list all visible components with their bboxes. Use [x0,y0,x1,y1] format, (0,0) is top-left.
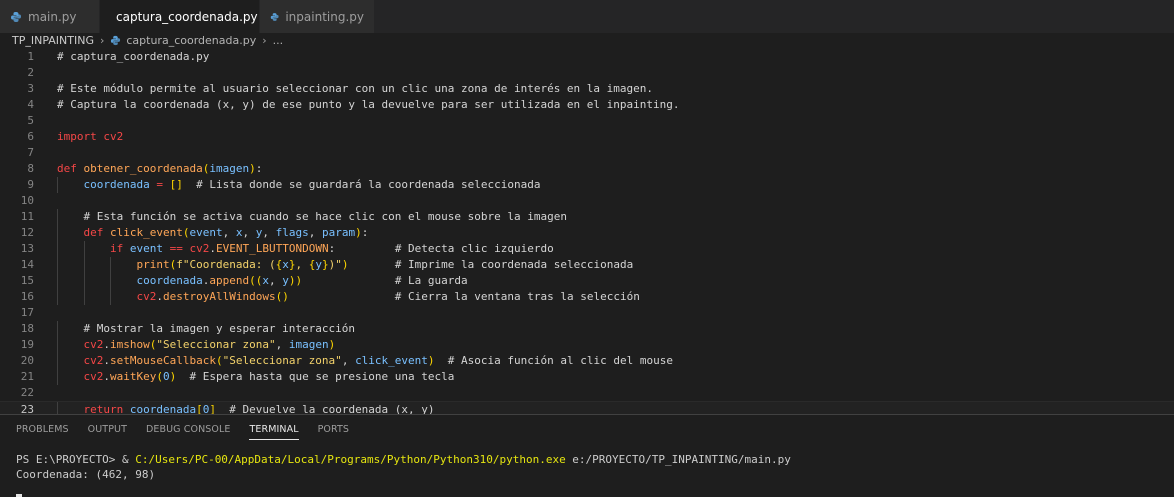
terminal-prompt: PS E:\PROYECTO> & [16,453,136,466]
python-icon [11,11,21,22]
code-line[interactable]: 14 print(f"Coordenada: ({x}, {y})") # Im… [0,257,1174,273]
code-line[interactable]: 6 import cv2 [0,129,1174,145]
tab-terminal[interactable]: TERMINAL [249,415,299,445]
tab-label: captura_coordenada.py [116,9,258,24]
code-text: coordenada = [] # Lista donde se guardar… [83,178,541,191]
line-number: 4 [27,98,34,111]
code-line[interactable]: 9 coordenada = [] # Lista donde se guard… [0,177,1174,193]
breadcrumb: TP_INPAINTING › captura_coordenada.py › … [0,33,1174,48]
code-text: def click_event(event, x, y, flags, para… [83,226,369,239]
code-line[interactable]: 8 def obtener_coordenada(imagen): [0,161,1174,177]
editor-tab-bar: main.py captura_coordenada.py ✕ inpainti… [0,0,1174,33]
code-line[interactable]: 13 if event == cv2.EVENT_LBUTTONDOWN: # … [0,241,1174,257]
code-text: # Captura la coordenada (x, y) de ese pu… [57,98,680,111]
tab-label: main.py [28,9,77,24]
tab-output[interactable]: OUTPUT [88,415,127,445]
terminal-output-line: Coordenada: (462, 98) [16,468,156,481]
chevron-right-icon: › [99,34,105,47]
code-text: cv2.imshow("Seleccionar zona", imagen) [83,338,336,351]
line-number: 9 [27,178,34,191]
code-text: # Mostrar la imagen y esperar interacció… [83,322,356,335]
code-editor[interactable]: 1 # captura_coordenada.py 2 3 # Este módulo … [0,48,1174,418]
code-text: # captura_coordenada.py [57,50,210,63]
line-number: 16 [20,290,34,303]
code-line[interactable]: 4 # Captura la coordenada (x, y) de ese p… [0,97,1174,113]
bottom-panel: PROBLEMS OUTPUT DEBUG CONSOLE TERMINAL P… [0,414,1174,497]
terminal-output[interactable]: PS E:\PROYECTO> & C:/Users/PC-00/AppData… [16,452,791,497]
code-line[interactable]: 10 [0,193,1174,209]
code-line[interactable]: 2 [0,65,1174,81]
line-number: 14 [20,258,34,271]
code-line[interactable]: 19 cv2.imshow("Seleccionar zona", imagen… [0,337,1174,353]
line-number: 20 [20,354,34,367]
python-icon [111,35,121,46]
code-line[interactable]: 5 [0,113,1174,129]
code-text: # Esta función se activa cuando se hace … [83,210,567,223]
code-line[interactable]: 3 # Este módulo permite al usuario selecc… [0,81,1174,97]
line-number: 8 [27,162,34,175]
code-text: cv2.setMouseCallback("Seleccionar zona",… [83,354,673,367]
line-number: 21 [20,370,34,383]
terminal-exe-path: C:/Users/PC-00/AppData/Local/Programs/Py… [135,453,566,466]
line-number: 7 [27,146,34,159]
line-number: 5 [27,114,34,127]
code-text: # Este módulo permite al usuario selecci… [57,82,654,95]
line-number: 12 [20,226,34,239]
breadcrumb-folder[interactable]: TP_INPAINTING [12,34,94,47]
code-line[interactable]: 7 [0,145,1174,161]
tab-debug-console[interactable]: DEBUG CONSOLE [146,415,231,445]
line-number: 19 [20,338,34,351]
line-number: 2 [27,66,34,79]
python-icon [270,12,279,21]
code-line[interactable]: 17 [0,305,1174,321]
code-text: print(f"Coordenada: ({x}, {y})") # Impri… [136,258,634,271]
code-text: def obtener_coordenada(imagen): [57,162,263,175]
code-line[interactable]: 22 [0,385,1174,401]
code-line[interactable]: 12 def click_event(event, x, y, flags, p… [0,225,1174,241]
code-line[interactable]: 21 cv2.waitKey(0) # Espera hasta que se … [0,369,1174,385]
code-line[interactable]: 15 coordenada.append((x, y)) # La guarda [0,273,1174,289]
tab-inpainting-py[interactable]: inpainting.py [260,0,375,33]
line-number: 3 [27,82,34,95]
chevron-right-icon: › [262,34,267,47]
line-number: 15 [20,274,34,287]
code-line[interactable]: 16 cv2.destroyAllWindows() # Cierra la v… [0,289,1174,305]
tab-main-py[interactable]: main.py [0,0,100,33]
line-number: 1 [27,50,34,63]
line-number: 10 [20,194,34,207]
tab-problems[interactable]: PROBLEMS [16,415,69,445]
code-line[interactable]: 20 cv2.setMouseCallback("Seleccionar zon… [0,353,1174,369]
line-number: 18 [20,322,34,335]
tab-ports[interactable]: PORTS [318,415,349,445]
panel-tabs: PROBLEMS OUTPUT DEBUG CONSOLE TERMINAL P… [0,415,1174,445]
line-number: 6 [27,130,34,143]
code-text: cv2.waitKey(0) # Espera hasta que se pre… [83,370,455,383]
terminal-script-path: e:/PROYECTO/TP_INPAINTING/main.py [565,453,791,466]
code-text: coordenada.append((x, y)) # La guarda [136,274,468,287]
line-number: 17 [20,306,34,319]
code-line[interactable]: 18 # Mostrar la imagen y esperar interac… [0,321,1174,337]
code-line[interactable]: 11 # Esta función se activa cuando se ha… [0,209,1174,225]
code-line[interactable]: 1 # captura_coordenada.py [0,49,1174,65]
breadcrumb-file[interactable]: captura_coordenada.py [126,34,256,47]
line-number: 22 [20,386,34,399]
tab-captura-coordenada-py[interactable]: captura_coordenada.py ✕ [100,0,277,33]
breadcrumb-more[interactable]: ... [273,34,284,47]
line-number: 13 [20,242,34,255]
code-text: if event == cv2.EVENT_LBUTTONDOWN: # Det… [109,242,554,255]
code-text: cv2.destroyAllWindows() # Cierra la vent… [136,290,640,303]
tab-label: inpainting.py [285,9,364,24]
line-number: 11 [20,210,34,223]
code-text: import cv2 [57,130,124,143]
